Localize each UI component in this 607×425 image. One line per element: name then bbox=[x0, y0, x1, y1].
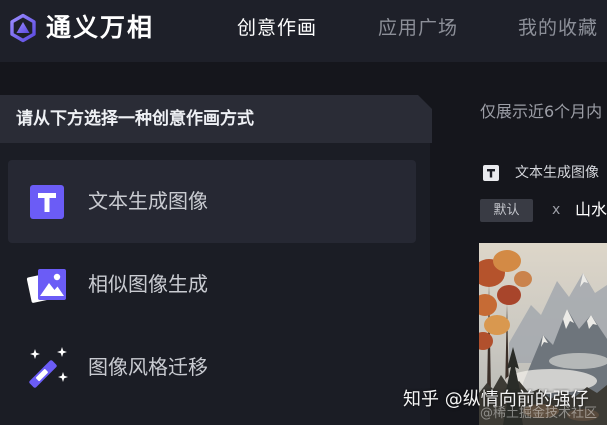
magic-wand-icon bbox=[23, 326, 71, 409]
app-title: 通义万相 bbox=[46, 13, 155, 42]
record-type: 文本生成图像 bbox=[483, 164, 599, 182]
top-header: 通义万相 创意作画 应用广场 我的收藏 bbox=[0, 0, 607, 62]
text-t-icon bbox=[23, 160, 71, 243]
mode-option-similar-image[interactable]: 相似图像生成 bbox=[8, 243, 416, 326]
mode-option-label: 图像风格迁移 bbox=[88, 355, 208, 379]
app-logo[interactable]: 通义万相 bbox=[8, 11, 154, 45]
generated-image-art bbox=[479, 243, 607, 425]
mode-option-text-to-image[interactable]: 文本生成图像 bbox=[8, 160, 416, 243]
mode-option-style-transfer[interactable]: 图像风格迁移 bbox=[8, 326, 416, 409]
style-badge: 默认 bbox=[480, 199, 533, 222]
mode-option-label: 相似图像生成 bbox=[88, 272, 208, 296]
generated-image[interactable] bbox=[479, 243, 607, 425]
history-notice: 仅展示近6个月内 bbox=[480, 102, 603, 121]
mode-panel-header: 请从下方选择一种创意作画方式 bbox=[0, 95, 432, 143]
text-t-icon bbox=[483, 165, 499, 181]
tab-my-favorites[interactable]: 我的收藏 bbox=[518, 15, 598, 41]
prompt-text: 山水 bbox=[575, 200, 607, 219]
image-icon bbox=[23, 243, 71, 326]
record-type-label: 文本生成图像 bbox=[515, 165, 599, 181]
tab-app-square[interactable]: 应用广场 bbox=[378, 15, 458, 41]
mode-panel: 文本生成图像 相似图像生成 图像风格迁移 bbox=[0, 143, 430, 425]
separator: x bbox=[552, 202, 561, 218]
tongyi-logo-icon bbox=[10, 13, 36, 43]
mode-option-label: 文本生成图像 bbox=[88, 189, 208, 213]
tab-creative-painting[interactable]: 创意作画 bbox=[237, 15, 317, 41]
mode-panel-heading: 请从下方选择一种创意作画方式 bbox=[16, 109, 254, 129]
